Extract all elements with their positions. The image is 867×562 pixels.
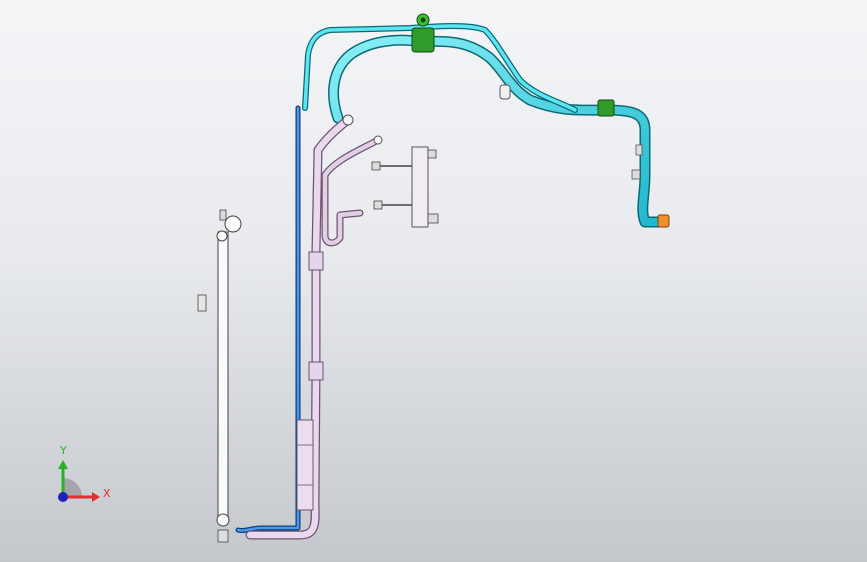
- y-axis-label: Y: [59, 444, 67, 457]
- cad-model-canvas[interactable]: X Y: [0, 0, 867, 562]
- coordinate-triad: X Y: [58, 444, 111, 502]
- green-clamp-right[interactable]: [597, 99, 615, 117]
- cad-graphics-viewport[interactable]: X Y: [0, 0, 867, 562]
- green-clamp-top[interactable]: [411, 13, 435, 53]
- white-pipe-rod[interactable]: [197, 209, 242, 543]
- lavender-tube-assembly[interactable]: [245, 114, 383, 540]
- orange-end-fitting[interactable]: [657, 214, 670, 228]
- cyan-hose-main: [329, 36, 664, 226]
- x-axis-label: X: [103, 487, 111, 500]
- blue-refrigerant-line[interactable]: [235, 105, 301, 534]
- z-axis-dot: [58, 492, 68, 502]
- mounting-bracket[interactable]: [371, 146, 439, 228]
- cyan-hose-assembly[interactable]: [302, 23, 666, 228]
